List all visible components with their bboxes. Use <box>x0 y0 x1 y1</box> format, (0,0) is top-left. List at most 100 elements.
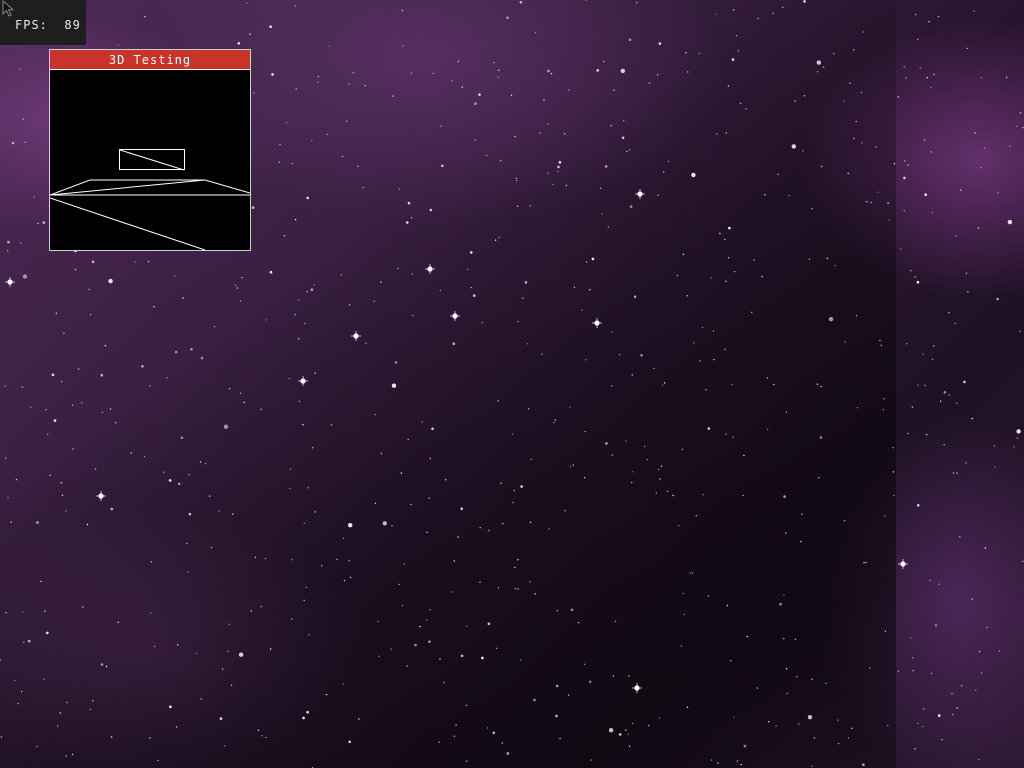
star <box>488 529 490 532</box>
star <box>625 440 627 442</box>
star <box>412 314 414 317</box>
3d-testing-window[interactable]: 3D Testing <box>49 49 251 251</box>
star <box>443 682 445 684</box>
star <box>612 675 615 677</box>
star <box>884 630 887 632</box>
star <box>626 150 628 153</box>
star <box>924 384 926 387</box>
star <box>847 172 849 175</box>
star <box>365 342 367 344</box>
3d-viewport[interactable] <box>50 70 250 250</box>
star <box>340 274 342 276</box>
star <box>264 557 267 560</box>
star <box>10 521 12 523</box>
star <box>213 326 216 328</box>
star <box>224 745 226 747</box>
star <box>304 322 306 325</box>
star <box>911 406 914 408</box>
star <box>938 583 941 585</box>
star <box>520 659 522 661</box>
star <box>984 547 986 549</box>
window-title-bar[interactable]: 3D Testing <box>50 50 250 70</box>
star <box>855 120 857 123</box>
star <box>877 191 879 193</box>
star <box>605 442 608 445</box>
star <box>297 299 300 301</box>
star <box>577 621 580 624</box>
star <box>514 135 516 138</box>
star <box>658 468 660 471</box>
star <box>94 468 97 470</box>
star <box>717 762 719 764</box>
star <box>349 304 351 306</box>
star <box>514 566 516 569</box>
star <box>105 665 108 668</box>
star <box>269 270 273 274</box>
star <box>807 715 813 720</box>
star <box>618 733 622 736</box>
star <box>539 132 541 134</box>
star <box>847 737 850 739</box>
star <box>883 398 885 400</box>
star <box>236 287 238 289</box>
star <box>929 579 931 582</box>
star <box>907 432 909 435</box>
star <box>312 447 314 449</box>
star <box>230 684 233 686</box>
star <box>680 645 683 647</box>
star <box>182 297 184 299</box>
star <box>298 338 300 340</box>
star <box>311 139 313 142</box>
star <box>914 748 916 750</box>
star <box>552 183 554 186</box>
star <box>428 640 431 643</box>
star <box>241 277 243 279</box>
star <box>174 350 178 354</box>
star <box>60 380 63 383</box>
star <box>707 595 710 597</box>
star <box>581 309 583 311</box>
star <box>328 45 331 47</box>
star <box>733 270 736 273</box>
star <box>773 383 775 386</box>
star <box>565 184 568 187</box>
star <box>186 542 188 545</box>
star <box>238 652 244 657</box>
star <box>465 760 468 762</box>
bright-star <box>592 318 602 328</box>
star <box>853 137 855 140</box>
star <box>81 402 83 404</box>
star <box>716 133 718 135</box>
star <box>803 95 806 97</box>
star <box>496 647 498 649</box>
star <box>169 705 172 709</box>
star <box>713 358 715 361</box>
star <box>794 100 796 102</box>
star <box>785 668 788 670</box>
star <box>180 436 184 440</box>
star <box>481 656 484 660</box>
star <box>653 367 655 370</box>
star <box>243 401 245 404</box>
star <box>66 701 68 704</box>
star <box>782 6 784 8</box>
star <box>870 201 872 204</box>
star <box>983 147 986 150</box>
star <box>745 108 747 110</box>
star <box>0 659 2 661</box>
star <box>410 72 413 74</box>
star <box>663 382 666 384</box>
star <box>1019 330 1021 333</box>
star <box>348 560 350 562</box>
star <box>856 407 859 409</box>
star <box>973 10 975 12</box>
star <box>800 540 802 543</box>
star <box>943 391 947 394</box>
star <box>971 598 973 600</box>
star <box>1013 446 1015 448</box>
star <box>728 226 731 230</box>
star <box>967 291 969 293</box>
star <box>49 474 51 477</box>
star <box>625 729 627 731</box>
star <box>286 122 288 124</box>
